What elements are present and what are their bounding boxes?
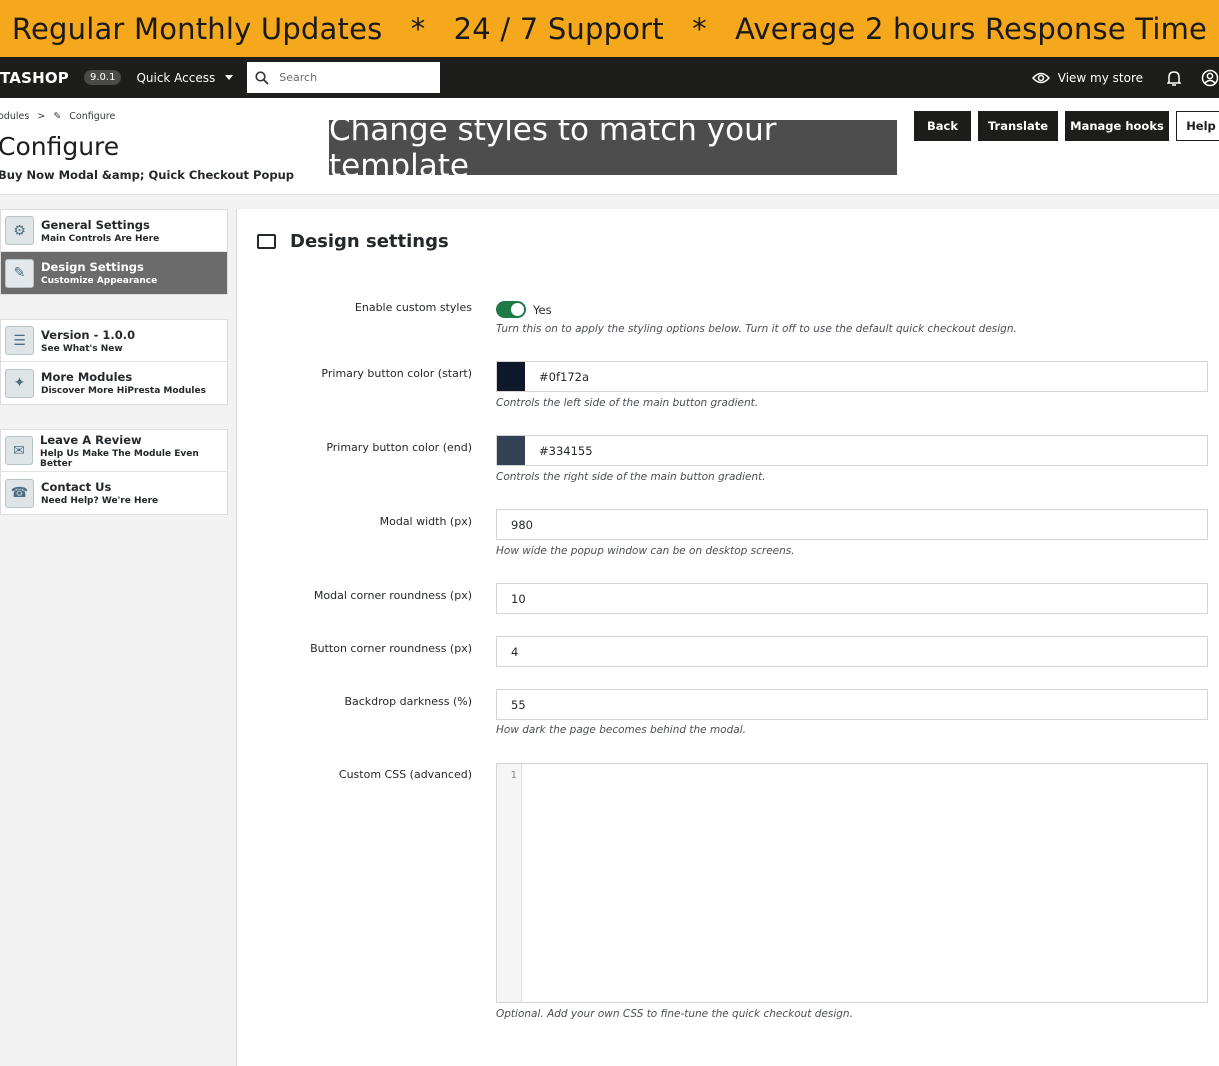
sidebar-item-subtitle: Discover More HiPresta Modules [41,386,206,396]
field-value: 4 [511,644,519,659]
sidebar-item-general-settings[interactable]: ⚙ General Settings Main Controls Are Here [1,210,227,252]
backdrop-darkness-help: How dark the page becomes behind the mod… [496,724,746,736]
bell-icon[interactable] [1167,70,1181,86]
enable-custom-styles-toggle[interactable]: Yes [496,301,552,318]
enable-custom-styles-label: Enable custom styles [354,301,472,314]
sidebar-item-title: Contact Us [41,480,112,494]
chevron-down-icon [225,75,234,80]
custom-css-label: Custom CSS (advanced) [338,768,472,781]
backdrop-darkness-label: Backdrop darkness (%) [344,695,472,708]
eye-icon [1031,72,1050,83]
enable-custom-styles-help: Turn this on to apply the styling option… [496,323,1017,335]
manage-hooks-button[interactable]: Manage hooks [1065,111,1169,141]
primary-start-help: Controls the left side of the main butto… [496,397,759,409]
breadcrumb-modules[interactable]: odules [0,111,29,122]
modal-width-input[interactable]: 980 [496,509,1208,540]
sidebar-item-subtitle: Main Controls Are Here [41,233,160,244]
sidebar-item-version[interactable]: ☰ Version - 1.0.0 See What's New [1,320,227,362]
search-icon [255,70,269,85]
custom-css-editor[interactable]: 1 [496,763,1208,1003]
promo-banner: Regular Monthly Updates * 24 / 7 Support… [0,0,1219,57]
button-corner-input[interactable]: 4 [496,636,1208,667]
help-button[interactable]: Help [1176,111,1219,141]
sidebar-item-title: Leave A Review [40,432,142,447]
quick-access-menu[interactable]: Quick Access [136,70,234,85]
design-settings-panel: Design settings Enable custom styles Yes… [236,209,1219,1066]
primary-start-label: Primary button color (start) [321,367,472,380]
wrench-icon: ✎ [53,111,62,122]
sidebar-item-subtitle: Customize Appearance [41,276,158,286]
breadcrumb-configure: Configure [69,111,116,122]
toggle-value: Yes [533,302,552,317]
back-button[interactable]: Back [914,111,971,141]
page-title: Configure [0,132,120,161]
design-icon: ✎ [5,258,34,288]
primary-end-help: Controls the right side of the main butt… [496,471,766,483]
quick-access-label: Quick Access [136,70,216,85]
support-icon: ☎ [5,478,34,508]
version-badge: 9.0.1 [83,70,122,85]
primary-start-color-field[interactable]: #0f172a [496,361,1208,392]
translate-button[interactable]: Translate [978,111,1058,141]
module-sidebar: ⚙ General Settings Main Controls Are Here… [0,209,228,539]
document-icon: ☰ [5,326,34,355]
search-placeholder: Search [279,71,318,84]
sidebar-item-leave-review[interactable]: ✉ Leave A Review Help Us Make The Module … [1,430,227,472]
modal-width-label: Modal width (px) [379,515,472,528]
logo[interactable]: TASHOP [0,69,69,87]
modules-icon: ✦ [5,368,34,398]
field-value: 55 [511,697,526,712]
sidebar-item-more-modules[interactable]: ✦ More Modules Discover More HiPresta Mod… [1,362,227,404]
admin-topbar: TASHOP 9.0.1 Quick Access Search View my… [0,57,1219,98]
sidebar-item-design-settings[interactable]: ✎ Design Settings Customize Appearance [1,252,227,294]
header-actions: Back Translate Manage hooks Help [914,111,1219,141]
modal-corner-input[interactable]: 10 [496,583,1208,614]
modal-width-help: How wide the popup window can be on desk… [496,545,795,557]
page-subtitle: Buy Now Modal &amp; Quick Checkout Popup [0,168,295,182]
image-icon [257,234,276,249]
settings-icon: ⚙ [5,216,34,245]
toggle-switch[interactable] [496,301,526,318]
sidebar-item-subtitle: Help Us Make The Module Even Better [40,448,199,469]
primary-end-label: Primary button color (end) [326,441,472,454]
sidebar-group-info: ☰ Version - 1.0.0 See What's New ✦ More M… [0,319,228,405]
line-number-gutter: 1 [497,764,522,1002]
sidebar-item-title: Version - 1.0.0 [41,327,136,342]
modal-corner-label: Modal corner roundness (px) [313,589,472,602]
overlay-caption: Change styles to match your template [329,112,897,184]
color-swatch[interactable] [497,436,525,465]
sidebar-item-subtitle: Need Help? We're Here [41,496,159,506]
search-input[interactable]: Search [247,62,441,93]
field-value: #0f172a [539,369,589,384]
color-swatch[interactable] [497,362,525,391]
panel-title-text: Design settings [290,231,449,252]
field-value: 10 [511,591,526,606]
field-value: 980 [511,517,533,532]
review-icon: ✉ [5,436,34,465]
field-value: #334155 [539,443,593,458]
backdrop-darkness-input[interactable]: 55 [496,689,1208,720]
sidebar-group-support: ✉ Leave A Review Help Us Make The Module … [0,429,228,515]
sidebar-item-title: Design Settings [41,260,144,274]
account-icon[interactable] [1201,69,1219,87]
breadcrumb: odules > ✎ Configure [0,111,115,122]
breadcrumb-separator: > [37,111,46,122]
button-corner-label: Button corner roundness (px) [310,642,472,655]
sidebar-group-settings: ⚙ General Settings Main Controls Are Here… [0,209,228,295]
sidebar-item-title: General Settings [41,217,150,232]
sidebar-item-title: More Modules [41,370,133,384]
primary-end-color-field[interactable]: #334155 [496,435,1208,466]
sidebar-item-contact-us[interactable]: ☎ Contact Us Need Help? We're Here [1,472,227,514]
sidebar-item-subtitle: See What's New [41,343,123,354]
panel-title: Design settings [257,231,449,252]
custom-css-help: Optional. Add your own CSS to fine-tune … [496,1008,853,1020]
view-my-store-link[interactable]: View my store [1058,71,1143,85]
